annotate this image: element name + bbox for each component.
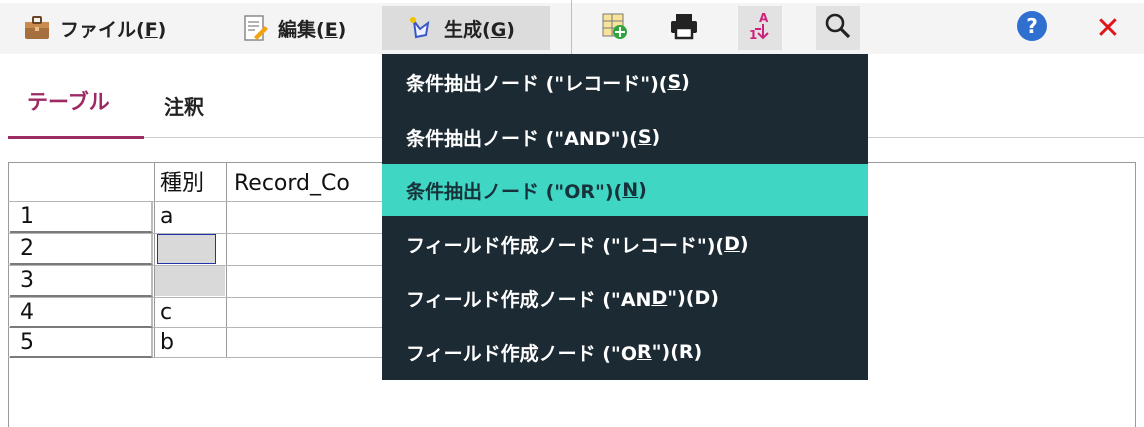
add-table-button[interactable]	[592, 6, 636, 50]
toolbar-separator	[571, 0, 572, 54]
tab-annotation[interactable]: 注釈	[164, 91, 204, 120]
row-header[interactable]: 1	[10, 202, 153, 233]
briefcase-icon	[22, 13, 52, 43]
row-header[interactable]: 5	[10, 328, 153, 358]
svg-text:A: A	[759, 11, 769, 25]
table-cell[interactable]: a	[160, 202, 220, 232]
generate-node-icon	[406, 13, 436, 43]
selected-cell[interactable]	[157, 234, 216, 264]
menu-generate[interactable]: 生成(G)	[382, 6, 550, 50]
menu-item-select-node-and[interactable]: 条件抽出ノード ("AND")(S)	[382, 112, 868, 162]
svg-text:?: ?	[1026, 14, 1038, 38]
print-button[interactable]	[662, 6, 706, 50]
print-icon	[668, 10, 700, 46]
add-table-icon	[598, 10, 630, 46]
menu-item-derive-node-or[interactable]: フィールド作成ノード ("O R ")(R)	[382, 327, 868, 377]
menu-item-derive-node-record[interactable]: フィールド作成ノード ("レコード")(D)	[382, 219, 868, 269]
column-header-type[interactable]: 種別	[160, 169, 226, 199]
generate-dropdown-menu: 条件抽出ノード ("レコード")(S) 条件抽出ノード ("AND")(S) 条…	[382, 54, 868, 380]
menu-bar: ファイル(F) 編集(E) 生成(G) A 1 ? ✕	[0, 0, 1144, 54]
search-icon	[823, 11, 853, 45]
row-header[interactable]: 3	[10, 266, 153, 297]
sort-icon: A 1	[743, 9, 777, 47]
menu-file[interactable]: ファイル(F)	[22, 6, 166, 50]
menu-edit[interactable]: 編集(E)	[240, 6, 346, 50]
close-button[interactable]: ✕	[1086, 6, 1130, 50]
menu-item-select-node-record[interactable]: 条件抽出ノード ("レコード")(S)	[382, 57, 868, 107]
tab-table[interactable]: テーブル	[27, 86, 110, 116]
grid-line	[226, 162, 227, 358]
menu-bar-top-border	[0, 0, 1144, 3]
column-header-record-code[interactable]: Record_Co	[234, 169, 382, 199]
active-tab-indicator	[8, 136, 144, 139]
menu-item-derive-node-and[interactable]: フィールド作成ノード ("AN D ")(D)	[382, 273, 868, 323]
help-button[interactable]: ?	[1010, 6, 1054, 50]
menu-generate-label: 生成(G)	[444, 18, 515, 41]
close-icon: ✕	[1095, 10, 1121, 46]
menu-item-select-node-or[interactable]: 条件抽出ノード ("OR")(N)	[382, 164, 868, 216]
table-cell[interactable]: b	[160, 328, 220, 358]
menu-edit-label: 編集(E)	[278, 18, 347, 41]
search-button[interactable]	[816, 6, 860, 50]
row-header[interactable]: 4	[10, 298, 153, 328]
row-header[interactable]: 2	[10, 234, 153, 265]
sort-button[interactable]: A 1	[738, 6, 782, 50]
help-icon: ?	[1015, 9, 1049, 47]
table-cell[interactable]	[155, 266, 225, 296]
grid-line	[154, 162, 155, 358]
svg-text:1: 1	[749, 28, 757, 42]
menu-file-label: ファイル(F)	[60, 18, 167, 41]
edit-document-icon	[240, 13, 270, 43]
table-cell[interactable]: c	[160, 298, 220, 328]
